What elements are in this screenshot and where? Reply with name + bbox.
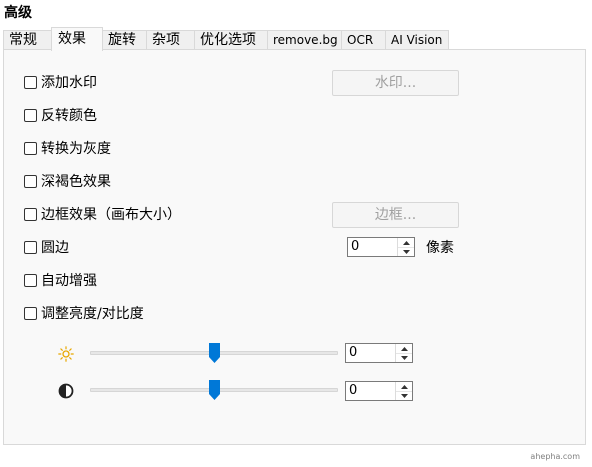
contrast-spinbox[interactable]: 0 (345, 381, 413, 401)
brightness-slider-thumb[interactable] (208, 343, 220, 363)
auto-enhance-option[interactable]: 自动增强 (24, 270, 97, 290)
watermark-button[interactable]: 水印... (332, 70, 459, 96)
auto-enhance-checkbox[interactable] (24, 273, 37, 287)
contrast-slider-thumb[interactable] (208, 380, 220, 400)
site-watermark: ahepha.com (530, 452, 580, 461)
auto-enhance-label: 自动增强 (41, 273, 97, 289)
tab-misc[interactable]: 杂项 (146, 30, 195, 50)
border-effect-label: 边框效果（画布大小） (41, 207, 181, 223)
invert-colors-checkbox[interactable] (24, 108, 37, 122)
watermark-option[interactable]: 添加水印 (24, 72, 97, 92)
tab-remove-bg[interactable]: remove.bg (267, 30, 342, 50)
border-effect-checkbox[interactable] (24, 207, 37, 221)
tab-optimization[interactable]: 优化选项 (194, 30, 268, 50)
section-title: 高级 (4, 5, 32, 21)
brightness-spinbox[interactable]: 0 (345, 343, 413, 363)
brightness-contrast-label: 调整亮度/对比度 (41, 306, 144, 322)
brightness-value[interactable]: 0 (349, 345, 357, 361)
contrast-icon (58, 383, 74, 399)
watermark-checkbox[interactable] (24, 75, 37, 89)
brightness-contrast-option[interactable]: 调整亮度/对比度 (24, 303, 144, 323)
grayscale-checkbox[interactable] (24, 141, 37, 155)
grayscale-label: 转换为灰度 (41, 141, 111, 157)
border-button[interactable]: 边框... (332, 202, 459, 228)
effects-panel: 添加水印 水印... 反转颜色 转换为灰度 深褐色效果 边框效果（画布大小） 边… (3, 49, 586, 445)
tab-ai-vision[interactable]: AI Vision (385, 30, 449, 50)
round-corners-spinbox[interactable]: 0 (347, 237, 415, 257)
sepia-checkbox[interactable] (24, 174, 37, 188)
round-corners-option[interactable]: 圆边 (24, 237, 69, 257)
round-corners-label: 圆边 (41, 240, 69, 256)
spin-down-icon[interactable] (396, 353, 412, 362)
round-corners-value[interactable]: 0 (351, 239, 359, 255)
brightness-contrast-checkbox[interactable] (24, 306, 37, 320)
tab-general[interactable]: 常规 (3, 30, 52, 50)
round-corners-checkbox[interactable] (24, 240, 37, 254)
watermark-label: 添加水印 (41, 75, 97, 91)
spin-down-icon[interactable] (396, 391, 412, 400)
sepia-label: 深褐色效果 (41, 174, 111, 190)
sun-icon (58, 346, 74, 362)
tab-effects[interactable]: 效果 (51, 27, 103, 51)
grayscale-option[interactable]: 转换为灰度 (24, 138, 111, 158)
border-effect-option[interactable]: 边框效果（画布大小） (24, 204, 181, 224)
invert-colors-label: 反转颜色 (41, 108, 97, 124)
spin-down-icon[interactable] (398, 247, 414, 256)
pixel-unit-label: 像素 (426, 240, 454, 256)
tab-rotate[interactable]: 旋转 (102, 30, 147, 50)
invert-colors-option[interactable]: 反转颜色 (24, 105, 97, 125)
sepia-option[interactable]: 深褐色效果 (24, 171, 111, 191)
contrast-value[interactable]: 0 (349, 383, 357, 399)
tab-ocr[interactable]: OCR (341, 30, 386, 50)
